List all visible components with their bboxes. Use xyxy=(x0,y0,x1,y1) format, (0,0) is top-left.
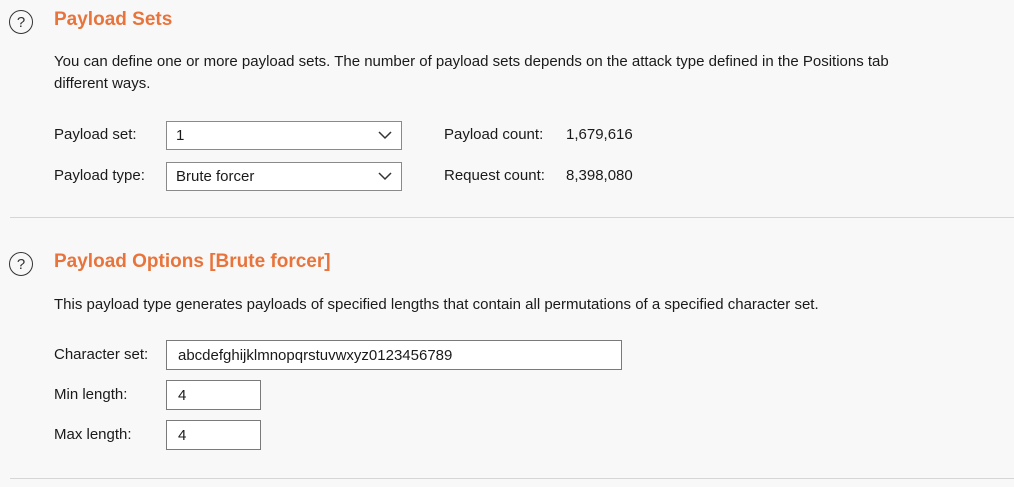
min-length-value: 4 xyxy=(178,386,187,404)
payload-sets-title: Payload Sets xyxy=(54,9,173,30)
section-divider xyxy=(10,217,1014,218)
character-set-value: abcdefghijklmnopqrstuvwxyz0123456789 xyxy=(178,346,453,364)
payload-type-dropdown[interactable]: Brute forcer xyxy=(166,162,402,191)
request-count-label: Request count: xyxy=(444,167,545,184)
help-glyph: ? xyxy=(16,13,26,31)
chevron-down-icon xyxy=(378,172,392,181)
help-icon[interactable]: ? xyxy=(9,10,33,34)
request-count-value: 8,398,080 xyxy=(566,167,633,184)
payload-set-label: Payload set: xyxy=(54,126,137,143)
character-set-label: Character set: xyxy=(54,346,149,363)
payload-type-label: Payload type: xyxy=(54,167,145,184)
chevron-down-icon xyxy=(378,131,392,140)
payload-count-value: 1,679,616 xyxy=(566,126,633,143)
payload-options-title: Payload Options [Brute forcer] xyxy=(54,251,331,272)
payload-count-label: Payload count: xyxy=(444,126,544,143)
min-length-label: Min length: xyxy=(54,386,128,403)
help-icon[interactable]: ? xyxy=(9,252,33,276)
payload-type-selected-value: Brute forcer xyxy=(176,168,255,185)
max-length-label: Max length: xyxy=(54,426,132,443)
character-set-input[interactable]: abcdefghijklmnopqrstuvwxyz0123456789 xyxy=(166,340,622,370)
section-divider xyxy=(10,478,1014,479)
max-length-value: 4 xyxy=(178,426,187,444)
payload-sets-description: You can define one or more payload sets.… xyxy=(54,53,889,92)
payload-set-selected-value: 1 xyxy=(176,127,185,144)
payload-options-description: This payload type generates payloads of … xyxy=(54,296,819,313)
min-length-input[interactable]: 4 xyxy=(166,380,261,410)
payload-set-dropdown[interactable]: 1 xyxy=(166,121,402,150)
max-length-input[interactable]: 4 xyxy=(166,420,261,450)
help-glyph: ? xyxy=(16,255,26,273)
